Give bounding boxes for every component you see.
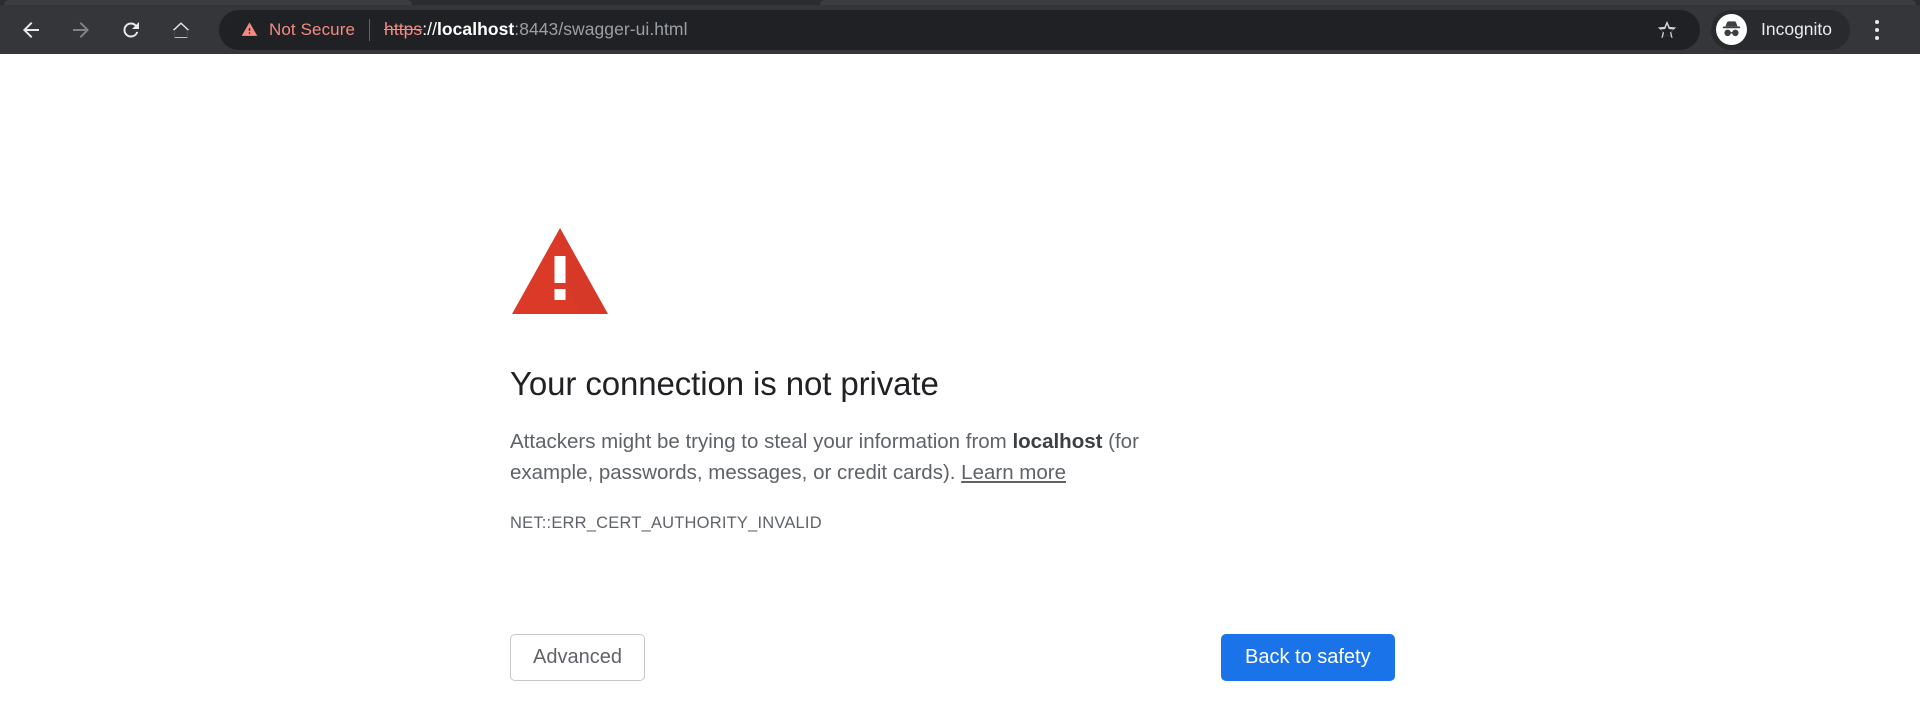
url-host: localhost: [437, 19, 515, 39]
arrow-left-icon: [19, 18, 43, 42]
learn-more-link[interactable]: Learn more: [961, 461, 1066, 484]
arrow-right-icon: [69, 18, 93, 42]
reload-button[interactable]: [111, 10, 151, 50]
reload-icon: [119, 18, 143, 42]
error-code: NET::ERR_CERT_AUTHORITY_INVALID: [510, 514, 822, 533]
home-button[interactable]: [161, 10, 201, 50]
interstitial-actions: Advanced Back to safety: [510, 634, 1410, 682]
browser-toolbar: Not Secure https://localhost:8443/swagge…: [0, 5, 1920, 54]
address-bar[interactable]: Not Secure https://localhost:8443/swagge…: [219, 9, 1700, 50]
incognito-profile-button[interactable]: Incognito: [1711, 9, 1851, 50]
star-outline-icon[interactable]: [1652, 15, 1682, 45]
warning-triangle-icon[interactable]: [241, 21, 258, 38]
omnibox-separator: [369, 18, 371, 41]
incognito-hat-glasses-icon: [1716, 14, 1747, 45]
forward-button[interactable]: [61, 10, 101, 50]
menu-dot: [1875, 35, 1880, 40]
red-warning-triangle-icon: [510, 226, 610, 316]
menu-dot: [1875, 27, 1880, 32]
error-description: Attackers might be trying to steal your …: [510, 426, 1210, 488]
url-text[interactable]: https://localhost:8443/swagger-ui.html: [384, 19, 687, 40]
description-part-1: Attackers might be trying to steal your …: [510, 429, 1013, 453]
browser-chrome: Not Secure https://localhost:8443/swagge…: [0, 0, 1920, 54]
back-to-safety-button[interactable]: Back to safety: [1221, 634, 1395, 681]
back-button[interactable]: [11, 10, 51, 50]
url-scheme: https: [384, 19, 423, 39]
affected-host: localhost: [1012, 429, 1103, 453]
advanced-button[interactable]: Advanced: [510, 634, 645, 681]
url-path: :8443/swagger-ui.html: [514, 19, 688, 39]
not-secure-label[interactable]: Not Secure: [269, 20, 355, 40]
incognito-label: Incognito: [1761, 19, 1833, 39]
ssl-interstitial-page: Your connection is not private Attackers…: [0, 54, 1920, 726]
home-icon: [169, 18, 193, 42]
interstitial-content: Your connection is not private Attackers…: [510, 54, 1410, 533]
three-dots-vertical-icon[interactable]: [1860, 10, 1894, 50]
page-title: Your connection is not private: [510, 365, 939, 402]
menu-dot: [1875, 19, 1880, 24]
url-scheme-separator: ://: [422, 19, 437, 39]
